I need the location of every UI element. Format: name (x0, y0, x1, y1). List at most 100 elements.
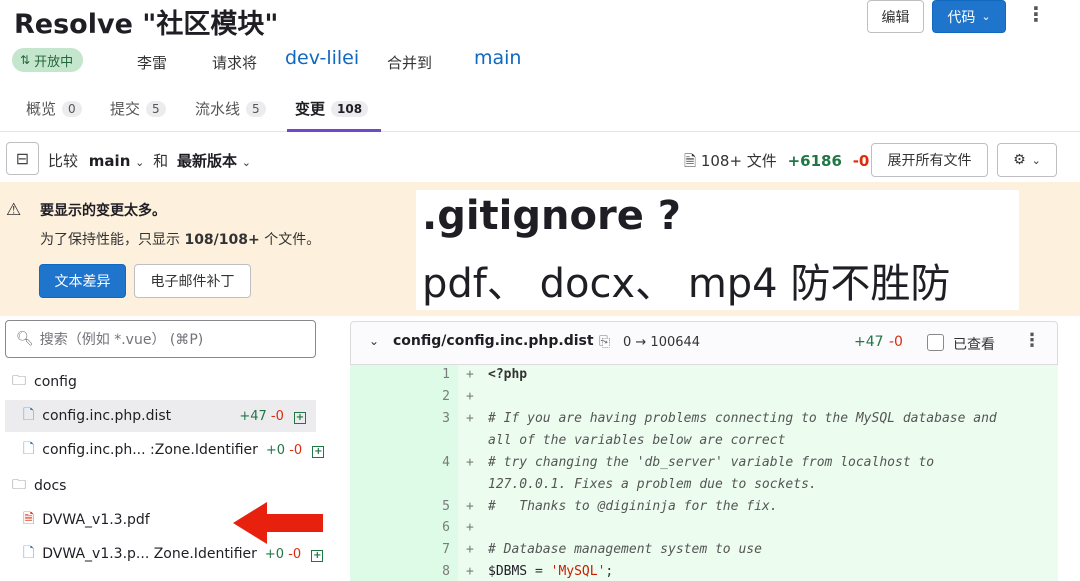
file-added-icon: + (312, 445, 325, 458)
folder-name: config (34, 374, 77, 390)
edit-button[interactable]: 编辑 (867, 0, 924, 33)
author-link[interactable]: 李雷 (137, 52, 167, 73)
chevron-down-icon: ⌄ (1031, 153, 1041, 167)
line-number[interactable]: 5 (350, 499, 450, 514)
diff-deletions: -0 (889, 334, 903, 350)
tab-count: 5 (146, 100, 166, 117)
line-number[interactable]: 6 (350, 520, 450, 535)
alert-file-count: 108/108+ (184, 232, 260, 248)
page-title: Resolve "社区模块" (14, 9, 279, 40)
email-patch-button[interactable]: 电子邮件补丁 (134, 264, 251, 298)
line-number[interactable]: 1 (350, 367, 450, 382)
expand-all-files-button[interactable]: 展开所有文件 (871, 143, 988, 177)
code-text: # Thanks to @digininja for the fix. (488, 499, 778, 514)
diff-file-header: ⌄ config/config.inc.php.dist ⎘ 0 → 10064… (350, 321, 1058, 365)
diff-file-path[interactable]: config/config.inc.php.dist (393, 333, 594, 349)
diff-line: 3 + # If you are having problems connectin… (350, 411, 1058, 433)
tab-label: 变更 (295, 100, 326, 118)
file-tree-toggle-icon[interactable]: ⊟ (6, 142, 39, 175)
alert-text-suffix: 个文件。 (264, 232, 321, 248)
status-badge-label: 开放中 (34, 54, 74, 70)
file-additions: +47 (239, 408, 267, 424)
tab-overview[interactable]: 概览 0 (26, 98, 82, 119)
alert-text-prefix: 为了保持性能，只显示 (40, 232, 180, 248)
line-number[interactable]: 4 (350, 455, 450, 470)
additions-count: +6186 (787, 152, 842, 170)
merge-into-text: 合并到 (387, 54, 433, 72)
status-badge: ⇅ 开放中 (12, 48, 84, 72)
gear-icon: ⚙ (1013, 152, 1026, 168)
diff-toolbar: ⊟ 比较 main ⌄ 和 最新版本 ⌄ 🗎 108+ 文件 +6186 -0 … (0, 140, 1080, 180)
file-options-icon[interactable]: ⋮ (1023, 330, 1041, 351)
chevron-down-icon: ⌄ (241, 156, 251, 169)
head-version-dropdown[interactable]: 最新版本 (177, 152, 237, 170)
viewed-checkbox[interactable] (927, 334, 944, 351)
file-icon: 🗋 (23, 407, 35, 423)
tab-pipelines[interactable]: 流水线 5 (195, 98, 266, 119)
code-semicolon: ; (605, 564, 614, 579)
tab-label: 流水线 (195, 100, 241, 118)
tabs-divider (0, 131, 1080, 132)
merge-request-icon: ⇅ (20, 53, 31, 67)
file-added-icon: + (311, 549, 324, 562)
code-text: all of the variables below are correct (488, 433, 786, 448)
added-marker: + (466, 564, 474, 579)
line-number[interactable]: 7 (350, 542, 450, 557)
diff-line: 1 + <?php (350, 367, 1058, 389)
plain-diff-button[interactable]: 文本差异 (39, 264, 126, 298)
alert-text: 为了保持性能，只显示 108/108+ 个文件。 (40, 229, 320, 249)
code-dropdown-button[interactable]: 代码 ⌄ (932, 0, 1006, 33)
tab-commits[interactable]: 提交 5 (110, 98, 166, 119)
file-additions: +0 (265, 442, 286, 458)
code-text: # If you are having problems connecting … (488, 411, 997, 426)
code-text: # try changing the 'db_server' variable … (488, 455, 935, 470)
folder-name: docs (34, 478, 67, 494)
tab-label: 提交 (110, 100, 141, 118)
code-string: 'MySQL' (550, 564, 606, 579)
tab-count: 108 (331, 100, 369, 117)
search-placeholder: 搜索（例如 *.vue） (⌘P) (39, 332, 204, 348)
tab-changes[interactable]: 变更 108 (295, 98, 369, 119)
code-text: <?php (488, 367, 528, 382)
file-icon: 🗋 (23, 441, 35, 457)
line-number[interactable]: 8 (350, 564, 450, 579)
diff-line: 4 + # try changing the 'db_server' variabl… (350, 455, 1058, 477)
diff-line: 8 + $DBMS = 'MySQL'; (350, 564, 1058, 581)
added-marker: + (466, 455, 474, 470)
tree-file-config-inc-php-dist[interactable]: 🗋 config.inc.php.dist +47 -0 + (5, 400, 316, 432)
warning-icon: ⚠ (6, 200, 22, 220)
more-actions-icon[interactable]: ⋮ (1026, 2, 1046, 26)
added-marker: + (466, 520, 474, 535)
tree-folder-docs[interactable]: 🗀 docs (5, 470, 316, 502)
line-number[interactable]: 2 (350, 389, 450, 404)
code-text: 127.0.0.1. Fixes a problem due to socket… (488, 477, 817, 492)
target-branch-link[interactable]: main (474, 47, 521, 69)
red-arrow-annotation (233, 502, 323, 544)
compare-versions: 比较 main ⌄ 和 最新版本 ⌄ (48, 150, 251, 171)
diff-additions: +47 (854, 334, 884, 350)
diff-line-wrap: all of the variables below are correct (350, 433, 1058, 455)
alert-title: 要显示的变更太多。 (40, 203, 166, 219)
tree-file-config-zone-identifier[interactable]: 🗋 config.inc.ph... :Zone.Identifier +0 -… (5, 434, 325, 466)
file-deletions: -0 (270, 408, 284, 424)
chevron-down-icon: ⌄ (981, 10, 991, 23)
file-deletions: -0 (288, 546, 302, 562)
added-marker: + (466, 411, 474, 426)
diff-settings-button[interactable]: ⚙ ⌄ (997, 143, 1057, 177)
base-branch-dropdown[interactable]: main (89, 152, 131, 170)
copy-icon[interactable]: ⎘ (599, 334, 610, 350)
and-label: 和 (153, 152, 169, 170)
files-count: 108+ 文件 (700, 152, 777, 170)
line-number[interactable]: 3 (350, 411, 450, 426)
code-button-label: 代码 (947, 9, 976, 26)
search-icon: 🔍︎ (16, 331, 34, 347)
chevron-down-icon[interactable]: ⌄ (369, 334, 379, 348)
added-marker: + (466, 542, 474, 557)
file-search-input[interactable]: 🔍︎ 搜索（例如 *.vue） (⌘P) (5, 320, 316, 358)
viewed-label: 已查看 (953, 337, 995, 353)
source-branch-link[interactable]: dev-lilei (285, 47, 359, 69)
tree-folder-config[interactable]: 🗀 config (5, 366, 316, 398)
added-marker: + (466, 367, 474, 382)
annotation-line-2: pdf、 docx、 mp4 防不胜防 (422, 261, 951, 307)
chevron-down-icon: ⌄ (135, 156, 145, 169)
